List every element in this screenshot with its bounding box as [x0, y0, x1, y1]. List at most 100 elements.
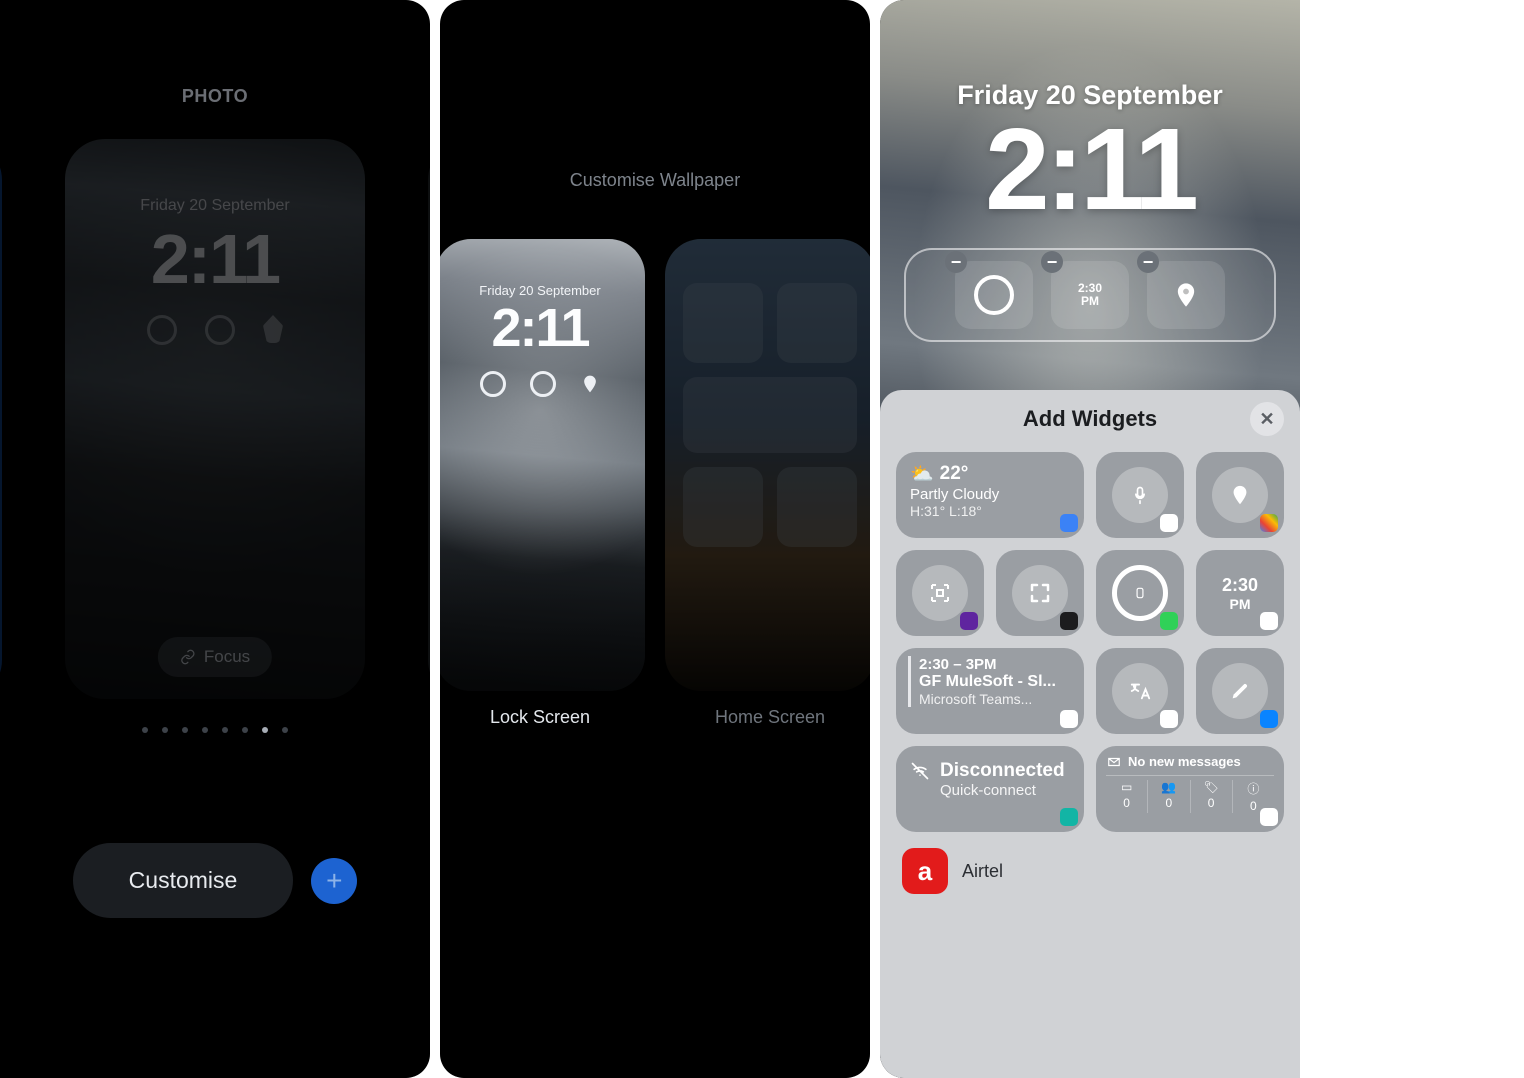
page-dots: [0, 727, 430, 733]
dot: [242, 727, 248, 733]
widget-maps[interactable]: −: [1147, 261, 1225, 329]
event-time: 2:30 – 3PM: [919, 656, 1072, 673]
dot: [182, 727, 188, 733]
widget-placeholder: [683, 377, 857, 453]
scan-icon: [1012, 565, 1068, 621]
widget-phonepe-scan[interactable]: [896, 550, 984, 636]
location-pin-icon: [1212, 467, 1268, 523]
widget-watch-battery-suggestion[interactable]: [1096, 550, 1184, 636]
widget-icon: [530, 371, 556, 397]
app-placeholder: [777, 283, 857, 363]
widget-maps-search[interactable]: [1196, 452, 1284, 538]
app-badge: [1060, 612, 1078, 630]
widget-app-row-airtel[interactable]: a Airtel: [896, 848, 1284, 894]
cal-pm: PM: [1196, 596, 1284, 612]
widget-suggestions-grid: ⛅22° Partly Cloudy H:31° L:18°: [896, 452, 1284, 832]
phonepe-app-badge: [960, 612, 978, 630]
widget-shelf[interactable]: − − 2:30PM −: [904, 248, 1276, 342]
location-pin-icon: [263, 315, 283, 343]
customise-button[interactable]: Customise: [73, 843, 294, 918]
focus-label: Focus: [204, 647, 250, 667]
lockscreen-preview-card[interactable]: Friday 20 September 2:11 Focus: [65, 139, 365, 699]
monitor-icon: ▭: [1106, 780, 1147, 794]
vpn-sub: Quick-connect: [940, 782, 1070, 799]
vpn-status: Disconnected: [940, 760, 1065, 782]
close-sheet-button[interactable]: ✕: [1250, 402, 1284, 436]
mini-widget-row: [440, 371, 645, 397]
weather-temp: 22°: [940, 463, 969, 485]
location-pin-icon: [580, 371, 600, 397]
weather-cond: Partly Cloudy: [910, 486, 1070, 503]
calendar-app-badge: [1060, 710, 1078, 728]
calendar-mini-icon: 2:30PM: [1078, 282, 1102, 308]
widget-translate[interactable]: [1096, 648, 1184, 734]
widget-calendar-next[interactable]: − 2:30PM: [1051, 261, 1129, 329]
home-screen-column: Home Screen: [665, 239, 870, 728]
customise-title: Customise Wallpaper: [440, 170, 870, 191]
category-label: PHOTO: [0, 86, 430, 107]
previous-lockscreen-peek[interactable]: [0, 140, 2, 700]
app-badge: [1260, 710, 1278, 728]
widget-editor-panel: Friday 20 September 2:11 − − 2:30PM − Ad…: [880, 0, 1300, 1078]
lock-screen-column: Friday 20 September 2:11 Lock Screen: [440, 239, 645, 728]
link-icon: [180, 649, 196, 665]
mic-icon: [1112, 467, 1168, 523]
home-screen-label: Home Screen: [665, 707, 870, 728]
messages-app-badge: [1160, 612, 1178, 630]
translate-icon: [1112, 663, 1168, 719]
home-app-grid: [683, 283, 857, 547]
dot: [202, 727, 208, 733]
qr-scan-icon: [912, 565, 968, 621]
dot: [162, 727, 168, 733]
widget-vpn-status[interactable]: Disconnected Quick-connect: [896, 746, 1084, 832]
remove-widget-button[interactable]: −: [1041, 251, 1063, 273]
airtel-label: Airtel: [962, 861, 1003, 882]
preview-time: 2:11: [65, 219, 365, 299]
gmail-app-badge: [1260, 808, 1278, 826]
add-widgets-sheet: Add Widgets ✕ ⛅22° Partly Cloudy H:31° L…: [880, 390, 1300, 1078]
remove-widget-button[interactable]: −: [1137, 251, 1159, 273]
calendar-app-badge: [1260, 612, 1278, 630]
maps-app-badge: [1260, 514, 1278, 532]
preview-widget-row: [65, 315, 365, 345]
widget-next-event[interactable]: 2:30 – 3PM GF MuleSoft - Sl... Microsoft…: [896, 648, 1084, 734]
widget-gmail[interactable]: No new messages ▭0 👥0 🏷0 ⓘ0: [1096, 746, 1284, 832]
next-lockscreen-peek[interactable]: [428, 140, 430, 700]
widget-watch-battery[interactable]: −: [955, 261, 1033, 329]
event-title: GF MuleSoft - Sl...: [919, 673, 1072, 691]
mail-header: No new messages: [1128, 754, 1241, 769]
mini-time: 2:11: [440, 297, 645, 359]
widget-google-voice[interactable]: [1096, 452, 1184, 538]
focus-pill[interactable]: Focus: [158, 637, 272, 677]
sheet-title: Add Widgets: [1023, 406, 1157, 432]
widget-icon: [205, 315, 235, 345]
lock-time[interactable]: 2:11: [880, 102, 1300, 236]
widget-notes-compose[interactable]: [1196, 648, 1284, 734]
watch-ring-icon: [1112, 565, 1168, 621]
dot: [222, 727, 228, 733]
mail-icon: [1106, 755, 1122, 769]
widget-weather[interactable]: ⛅22° Partly Cloudy H:31° L:18°: [896, 452, 1084, 538]
event-sub: Microsoft Teams...: [919, 691, 1072, 707]
airtel-app-icon: a: [902, 848, 948, 894]
watch-ring-icon: [974, 275, 1014, 315]
pencil-icon: [1212, 663, 1268, 719]
dot: [142, 727, 148, 733]
weather-hilo: H:31° L:18°: [910, 503, 1070, 519]
mini-date: Friday 20 September: [440, 283, 645, 298]
lockscreen-gallery-panel: PHOTO Friday 20 September 2:11 Focus: [0, 0, 430, 1078]
widget-scan[interactable]: [996, 550, 1084, 636]
add-lockscreen-button[interactable]: +: [311, 858, 357, 904]
customise-wallpaper-panel: Customise Wallpaper Friday 20 September …: [440, 0, 870, 1078]
watch-ring-icon: [480, 371, 506, 397]
lock-screen-card[interactable]: Friday 20 September 2:11: [440, 239, 645, 691]
remove-widget-button[interactable]: −: [945, 251, 967, 273]
app-placeholder: [683, 283, 763, 363]
people-icon: 👥: [1148, 780, 1189, 794]
wifi-off-icon: [910, 761, 930, 781]
widget-calendar-time[interactable]: 2:30 PM: [1196, 550, 1284, 636]
preview-date: Friday 20 September: [65, 197, 365, 215]
cal-time: 2:30: [1196, 575, 1284, 596]
surfshark-app-badge: [1060, 808, 1078, 826]
home-screen-card[interactable]: [665, 239, 870, 691]
